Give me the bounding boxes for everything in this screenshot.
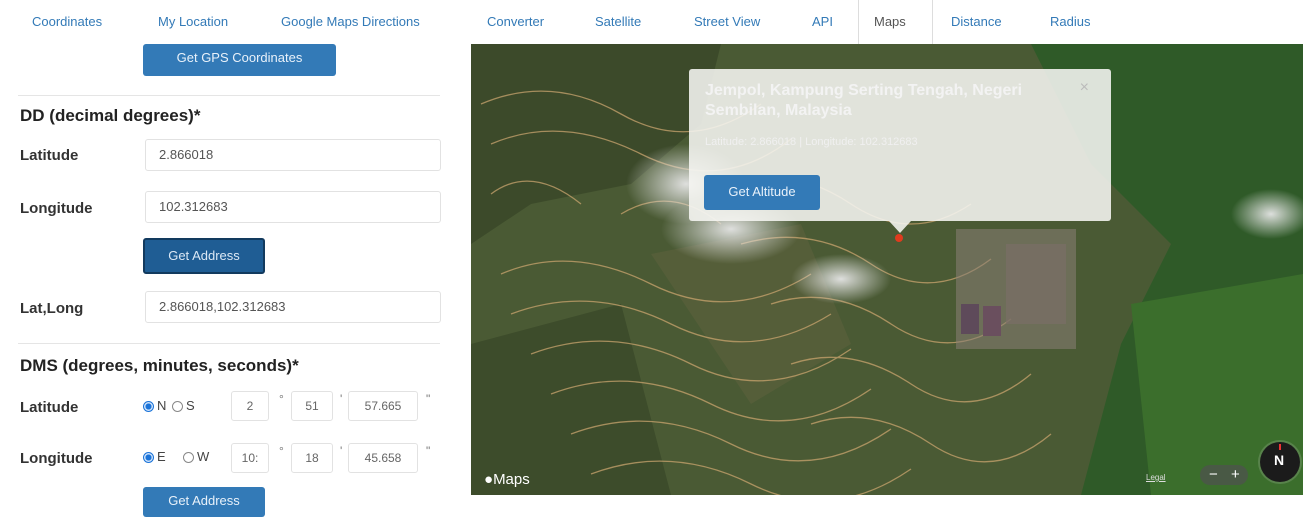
zoom-control: − +	[1200, 465, 1248, 485]
radio-south[interactable]	[172, 401, 183, 412]
lon-minutes-input[interactable]: 18	[291, 443, 333, 473]
close-icon[interactable]: ×	[1080, 79, 1089, 97]
lon-degrees-input[interactable]: 10:	[231, 443, 269, 473]
tab-coordinates[interactable]: Coordinates	[32, 14, 102, 29]
radio-east-label: E	[157, 449, 166, 464]
legal-link[interactable]: Legal	[1146, 473, 1166, 482]
zoom-out-button[interactable]: −	[1209, 465, 1218, 485]
longitude-input[interactable]: 102.312683	[145, 191, 441, 223]
compass-icon[interactable]: N	[1260, 442, 1300, 482]
popup-arrow	[889, 221, 911, 233]
popup-title: Jempol, Kampung Serting Tengah, Negeri S…	[705, 82, 1023, 119]
tab-api[interactable]: API	[812, 14, 833, 29]
radio-east[interactable]	[143, 452, 154, 463]
second-symbol: "	[426, 392, 431, 406]
degree-symbol: °	[279, 392, 284, 406]
dms-longitude-label: Longitude	[20, 450, 93, 467]
dms-latitude-label: Latitude	[20, 399, 79, 416]
apple-icon: ●	[484, 471, 494, 488]
apple-maps-logo: ●Maps	[484, 471, 530, 488]
minute-symbol: '	[340, 392, 343, 406]
latitude-label: Latitude	[20, 147, 79, 164]
zoom-in-button[interactable]: +	[1231, 465, 1240, 485]
get-altitude-button[interactable]: Get Altitude	[704, 175, 820, 210]
radio-north-label: N	[157, 398, 167, 413]
dms-heading: DMS (degrees, minutes, seconds)*	[20, 356, 299, 375]
compass-needle	[1279, 444, 1281, 450]
tab-google-maps-directions[interactable]: Google Maps Directions	[281, 14, 420, 29]
tab-converter[interactable]: Converter	[487, 14, 544, 29]
tab-satellite[interactable]: Satellite	[595, 14, 641, 29]
divider	[18, 95, 440, 96]
tab-my-location[interactable]: My Location	[158, 14, 228, 29]
latlong-label: Lat,Long	[20, 300, 84, 317]
latlong-input[interactable]: 2.866018,102.312683	[145, 291, 441, 323]
compass-north-label: N	[1274, 452, 1285, 468]
lat-minutes-input[interactable]: 51	[291, 391, 333, 421]
tab-maps[interactable]: Maps	[874, 14, 906, 29]
dd-heading: DD (decimal degrees)*	[20, 106, 201, 125]
lat-seconds-input[interactable]: 57.665	[348, 391, 418, 421]
get-gps-coordinates-button[interactable]: Get GPS Coordinates	[143, 44, 336, 76]
radio-west-label: W	[197, 449, 210, 464]
tab-radius[interactable]: Radius	[1050, 14, 1090, 29]
tab-distance[interactable]: Distance	[951, 14, 1002, 29]
get-address-button[interactable]: Get Address	[143, 238, 265, 274]
second-symbol: "	[426, 444, 431, 458]
latitude-input[interactable]: 2.866018	[145, 139, 441, 171]
location-marker[interactable]	[895, 234, 903, 242]
radio-south-label: S	[186, 398, 195, 413]
lon-seconds-input[interactable]: 45.658	[348, 443, 418, 473]
top-nav: Coordinates My Location Google Maps Dire…	[0, 0, 1303, 45]
radio-north[interactable]	[143, 401, 154, 412]
longitude-label: Longitude	[20, 200, 93, 217]
get-address-button-dms[interactable]: Get Address	[143, 487, 265, 517]
degree-symbol: °	[279, 444, 284, 458]
tab-street-view[interactable]: Street View	[694, 14, 760, 29]
minute-symbol: '	[340, 444, 343, 458]
popup-coordinates: Latitude: 2.866018 | Longitude: 102.3126…	[705, 136, 918, 148]
info-popup: Jempol, Kampung Serting Tengah, Negeri S…	[689, 69, 1111, 221]
radio-west[interactable]	[183, 452, 194, 463]
divider	[18, 343, 440, 344]
lat-degrees-input[interactable]: 2	[231, 391, 269, 421]
maps-logo-text: Maps	[493, 471, 530, 488]
